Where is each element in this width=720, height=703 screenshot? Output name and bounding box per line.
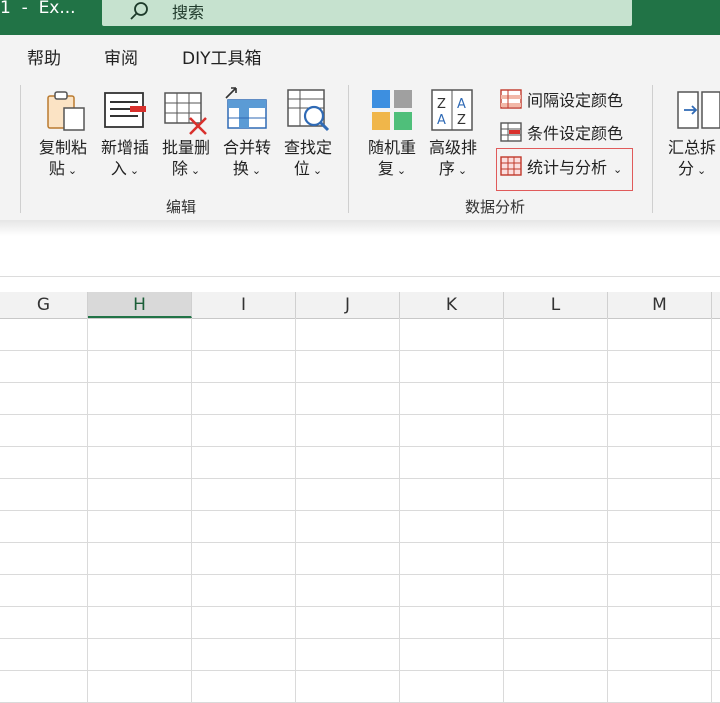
copy-paste-label-1: 复制粘	[38, 138, 87, 157]
grid-line	[0, 638, 720, 639]
chevron-down-icon: ⌄	[67, 164, 78, 177]
grid-line	[0, 574, 720, 575]
grid-line	[0, 670, 720, 671]
grid-line	[0, 510, 720, 511]
find-label-2: 位	[293, 159, 310, 178]
menu-diy-toolbox[interactable]: DIY工具箱	[182, 44, 262, 69]
random-label-1: 随机重	[367, 138, 416, 157]
menu-help[interactable]: 帮助	[27, 44, 61, 69]
column-header-l[interactable]: L	[504, 292, 608, 318]
column-header-j[interactable]: J	[296, 292, 400, 318]
condition-color-button[interactable]: 条件设定颜色	[527, 120, 623, 144]
copy-paste-button[interactable]: 复制粘 贴 ⌄	[34, 137, 92, 181]
insert-rows-button[interactable]: 新增插 入 ⌄	[95, 137, 155, 181]
merge-convert-button[interactable]: 合并转 换 ⌄	[217, 137, 277, 181]
grid-line	[0, 446, 720, 447]
column-header-i[interactable]: I	[192, 292, 296, 318]
merge-label-2: 换	[232, 159, 249, 178]
statistics-icon	[500, 156, 522, 176]
grid-line	[0, 542, 720, 543]
chevron-down-icon: ⌄	[697, 164, 707, 177]
chevron-down-icon: ⌄	[613, 163, 623, 176]
svg-text:A: A	[437, 113, 446, 128]
batch-delete-button[interactable]: 批量删 除 ⌄	[155, 137, 217, 181]
statistics-analysis-button[interactable]: 统计与分析 ⌄	[527, 154, 622, 178]
ribbon-separator	[652, 85, 653, 213]
chevron-down-icon: ⌄	[129, 164, 140, 177]
column-header-k[interactable]: K	[400, 292, 504, 318]
window-title: 1 - Ex...	[0, 0, 76, 18]
grid-line	[0, 478, 720, 479]
chevron-down-icon: ⌄	[457, 164, 468, 177]
random-label-2: 复	[377, 159, 394, 178]
svg-text:Z: Z	[437, 97, 446, 112]
ribbon-separator	[348, 85, 349, 213]
sort-label-1: 高级排	[428, 138, 477, 157]
column-header-g[interactable]: G	[0, 292, 88, 318]
search-icon[interactable]	[128, 1, 150, 23]
batch-delete-label-1: 批量删	[161, 138, 210, 157]
chevron-down-icon: ⌄	[396, 164, 407, 177]
formula-bar[interactable]	[0, 236, 720, 277]
column-header-h[interactable]: H	[88, 292, 192, 318]
merge-convert-icon[interactable]	[222, 86, 270, 134]
ribbon-separator	[20, 85, 21, 213]
svg-text:Z: Z	[457, 113, 466, 128]
chevron-down-icon: ⌄	[251, 164, 262, 177]
svg-text:A: A	[457, 97, 466, 112]
sort-label-2: 序	[438, 159, 455, 178]
grid-line	[0, 382, 720, 383]
insert-rows-icon[interactable]	[102, 88, 148, 134]
search-label[interactable]: 搜索	[172, 0, 204, 23]
insert-label-2: 入	[110, 159, 127, 178]
advanced-sort-icon[interactable]: Z A A Z	[430, 88, 476, 134]
find-locate-icon[interactable]	[284, 86, 332, 134]
grid-line	[0, 350, 720, 351]
copy-paste-label-2: 贴	[48, 159, 65, 178]
chevron-down-icon: ⌄	[312, 164, 323, 177]
group-label-edit: 编辑	[166, 198, 197, 216]
menu-review[interactable]: 审阅	[104, 44, 138, 69]
chevron-down-icon: ⌄	[190, 164, 201, 177]
summary-label-2: 分	[678, 159, 695, 178]
group-label-data-analysis: 数据分析	[465, 198, 526, 216]
copy-paste-icon[interactable]	[44, 88, 90, 134]
interval-color-icon	[500, 89, 522, 109]
summary-split-button[interactable]: 汇总拆 分 ⌄	[668, 137, 720, 181]
grid-line	[0, 606, 720, 607]
grid-line	[0, 414, 720, 415]
interval-color-button[interactable]: 间隔设定颜色	[527, 87, 623, 111]
statistics-analysis-label: 统计与分析	[527, 158, 608, 177]
insert-label-1: 新增插	[100, 138, 149, 157]
batch-delete-icon[interactable]	[162, 88, 210, 136]
random-repeat-button[interactable]: 随机重 复 ⌄	[362, 137, 422, 181]
column-header-m[interactable]: M	[608, 292, 712, 318]
ribbon-shadow	[0, 220, 720, 236]
find-locate-button[interactable]: 查找定 位 ⌄	[278, 137, 338, 181]
summary-split-icon[interactable]	[674, 88, 720, 134]
batch-delete-label-2: 除	[171, 159, 188, 178]
advanced-sort-button[interactable]: 高级排 序 ⌄	[423, 137, 483, 181]
condition-color-icon	[500, 122, 522, 142]
find-label-1: 查找定	[283, 138, 332, 157]
random-repeat-icon[interactable]	[370, 88, 416, 134]
merge-label-1: 合并转	[222, 138, 271, 157]
summary-label-1: 汇总拆	[668, 138, 717, 157]
